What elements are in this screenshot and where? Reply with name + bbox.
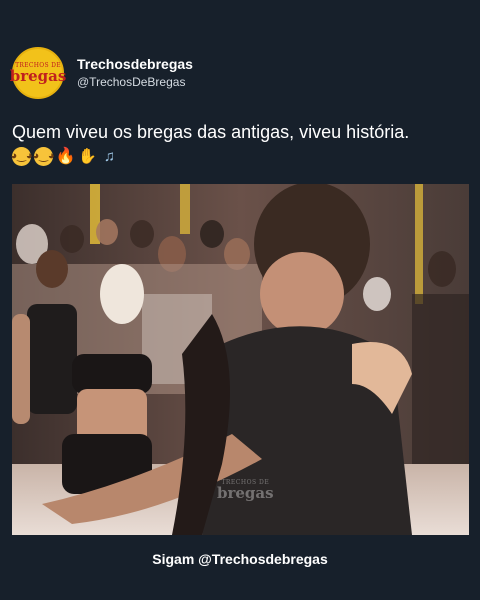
musical-notes-emoji: ♫ <box>103 148 116 165</box>
avatar-main-text: bregas <box>9 67 67 85</box>
emoji-row: ◕‿◕ ◕‿◕ 🔥 ✋ ♫ <box>10 147 119 166</box>
avatar[interactable]: TRECHOS DE bregas <box>9 47 67 99</box>
video-watermark: TRECHOS DE bregas <box>217 479 274 501</box>
post-text: Quem viveu os bregas das antigas, viveu … <box>12 122 410 142</box>
watermark-main-text: bregas <box>217 484 274 502</box>
pleading-face-emoji: ◕‿◕ <box>10 147 33 166</box>
footer-caption: Sigam @Trechosdebregas <box>152 551 328 567</box>
clapping-hands-emoji: ✋ <box>78 148 97 165</box>
video-player[interactable]: TRECHOS DE bregas <box>12 184 469 535</box>
author-names: Trechosdebregas @TrechosDeBregas <box>77 56 193 90</box>
post-header: TRECHOS DE bregas Trechosdebregas @Trech… <box>9 47 193 99</box>
display-name[interactable]: Trechosdebregas <box>77 56 193 73</box>
pleading-face-emoji: ◕‿◕ <box>32 147 55 166</box>
fire-emoji: 🔥 <box>55 148 76 165</box>
user-handle[interactable]: @TrechosDeBregas <box>77 74 193 90</box>
